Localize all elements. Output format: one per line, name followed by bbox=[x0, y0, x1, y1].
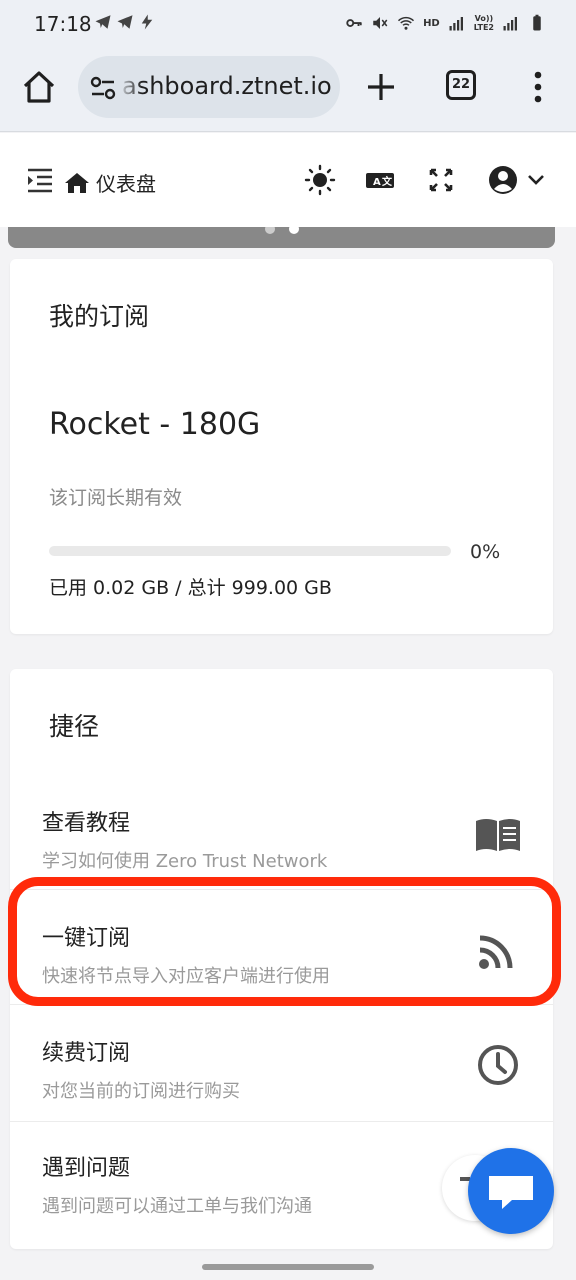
lte-badge: Vo)) LTE2 bbox=[474, 14, 494, 32]
svg-text:文: 文 bbox=[382, 175, 393, 188]
browser-toolbar: ashboard.ztnet.io 22 bbox=[0, 48, 576, 132]
subscription-card: 我的订阅 Rocket - 180G 该订阅长期有效 0% 已用 0.02 GB… bbox=[10, 259, 553, 634]
battery-icon bbox=[533, 14, 541, 31]
more-menu-icon[interactable] bbox=[528, 70, 548, 104]
user-avatar-icon[interactable] bbox=[488, 164, 518, 196]
carousel-dot-active[interactable] bbox=[289, 227, 299, 234]
volte-label: Vo)) bbox=[474, 14, 494, 23]
svg-text:A: A bbox=[373, 177, 381, 188]
breadcrumb-label: 仪表盘 bbox=[96, 172, 156, 196]
usage-progress-bar bbox=[49, 546, 451, 556]
status-bar: 17:18 HD Vo)) LTE2 bbox=[0, 0, 576, 48]
mute-icon bbox=[373, 17, 388, 29]
book-icon bbox=[476, 819, 520, 851]
subscription-title: 我的订阅 bbox=[49, 302, 150, 331]
app-header: 仪表盘 A 文 bbox=[0, 133, 576, 227]
telegram-icon bbox=[117, 15, 133, 29]
shortcut-title: 续费订阅 bbox=[42, 1041, 131, 1066]
chevron-down-icon[interactable] bbox=[526, 164, 546, 196]
home-icon bbox=[65, 172, 89, 193]
key-icon bbox=[346, 19, 362, 27]
translate-icon[interactable]: A 文 bbox=[364, 164, 396, 196]
shortcuts-title: 捷径 bbox=[49, 712, 100, 741]
lte-label: LTE2 bbox=[473, 23, 494, 32]
usage-percent: 0% bbox=[470, 541, 501, 563]
hd-badge: HD bbox=[423, 17, 440, 29]
tab-switcher-button[interactable]: 22 bbox=[446, 70, 476, 100]
carousel-dot[interactable] bbox=[265, 227, 275, 234]
shortcut-desc: 遇到问题可以通过工单与我们沟通 bbox=[42, 1196, 312, 1217]
chat-button[interactable] bbox=[468, 1148, 554, 1234]
fullscreen-icon[interactable] bbox=[425, 164, 457, 196]
url-fade bbox=[118, 56, 142, 118]
chat-icon bbox=[489, 1176, 533, 1209]
new-tab-icon[interactable] bbox=[364, 70, 398, 104]
gesture-nav-bar bbox=[0, 1254, 576, 1280]
shortcut-title: 遇到问题 bbox=[42, 1156, 131, 1181]
telegram-icon bbox=[95, 15, 111, 29]
status-notification-icons bbox=[94, 13, 156, 31]
menu-toggle-icon[interactable] bbox=[26, 166, 54, 194]
breadcrumb[interactable]: 仪表盘 bbox=[64, 168, 156, 197]
signal-icon bbox=[503, 17, 517, 31]
theme-toggle-icon[interactable] bbox=[304, 164, 336, 196]
wifi-icon bbox=[398, 16, 415, 30]
plan-name: Rocket - 180G bbox=[49, 407, 261, 442]
status-time: 17:18 bbox=[34, 12, 92, 36]
address-bar[interactable]: ashboard.ztnet.io bbox=[78, 56, 340, 118]
shortcut-title: 查看教程 bbox=[42, 811, 131, 836]
banner-carousel[interactable] bbox=[8, 227, 555, 248]
bolt-icon bbox=[141, 14, 153, 30]
url-text: ashboard.ztnet.io bbox=[122, 72, 332, 100]
home-icon[interactable] bbox=[20, 68, 58, 106]
highlight-box bbox=[8, 877, 561, 1006]
site-settings-icon[interactable] bbox=[90, 76, 116, 100]
shortcut-desc: 学习如何使用 Zero Trust Network bbox=[42, 851, 328, 872]
plan-validity: 该订阅长期有效 bbox=[49, 487, 183, 509]
usage-text: 已用 0.02 GB / 总计 999.00 GB bbox=[49, 577, 332, 599]
clock-icon bbox=[478, 1045, 518, 1085]
shortcut-tutorial[interactable]: 查看教程 学习如何使用 Zero Trust Network bbox=[10, 775, 553, 889]
signal-icon bbox=[449, 17, 463, 31]
shortcut-desc: 对您当前的订阅进行购买 bbox=[42, 1081, 240, 1102]
shortcut-renew[interactable]: 续费订阅 对您当前的订阅进行购买 bbox=[10, 1005, 553, 1119]
status-system-icons: HD Vo)) LTE2 bbox=[345, 14, 546, 32]
home-gesture-handle[interactable] bbox=[202, 1264, 374, 1270]
